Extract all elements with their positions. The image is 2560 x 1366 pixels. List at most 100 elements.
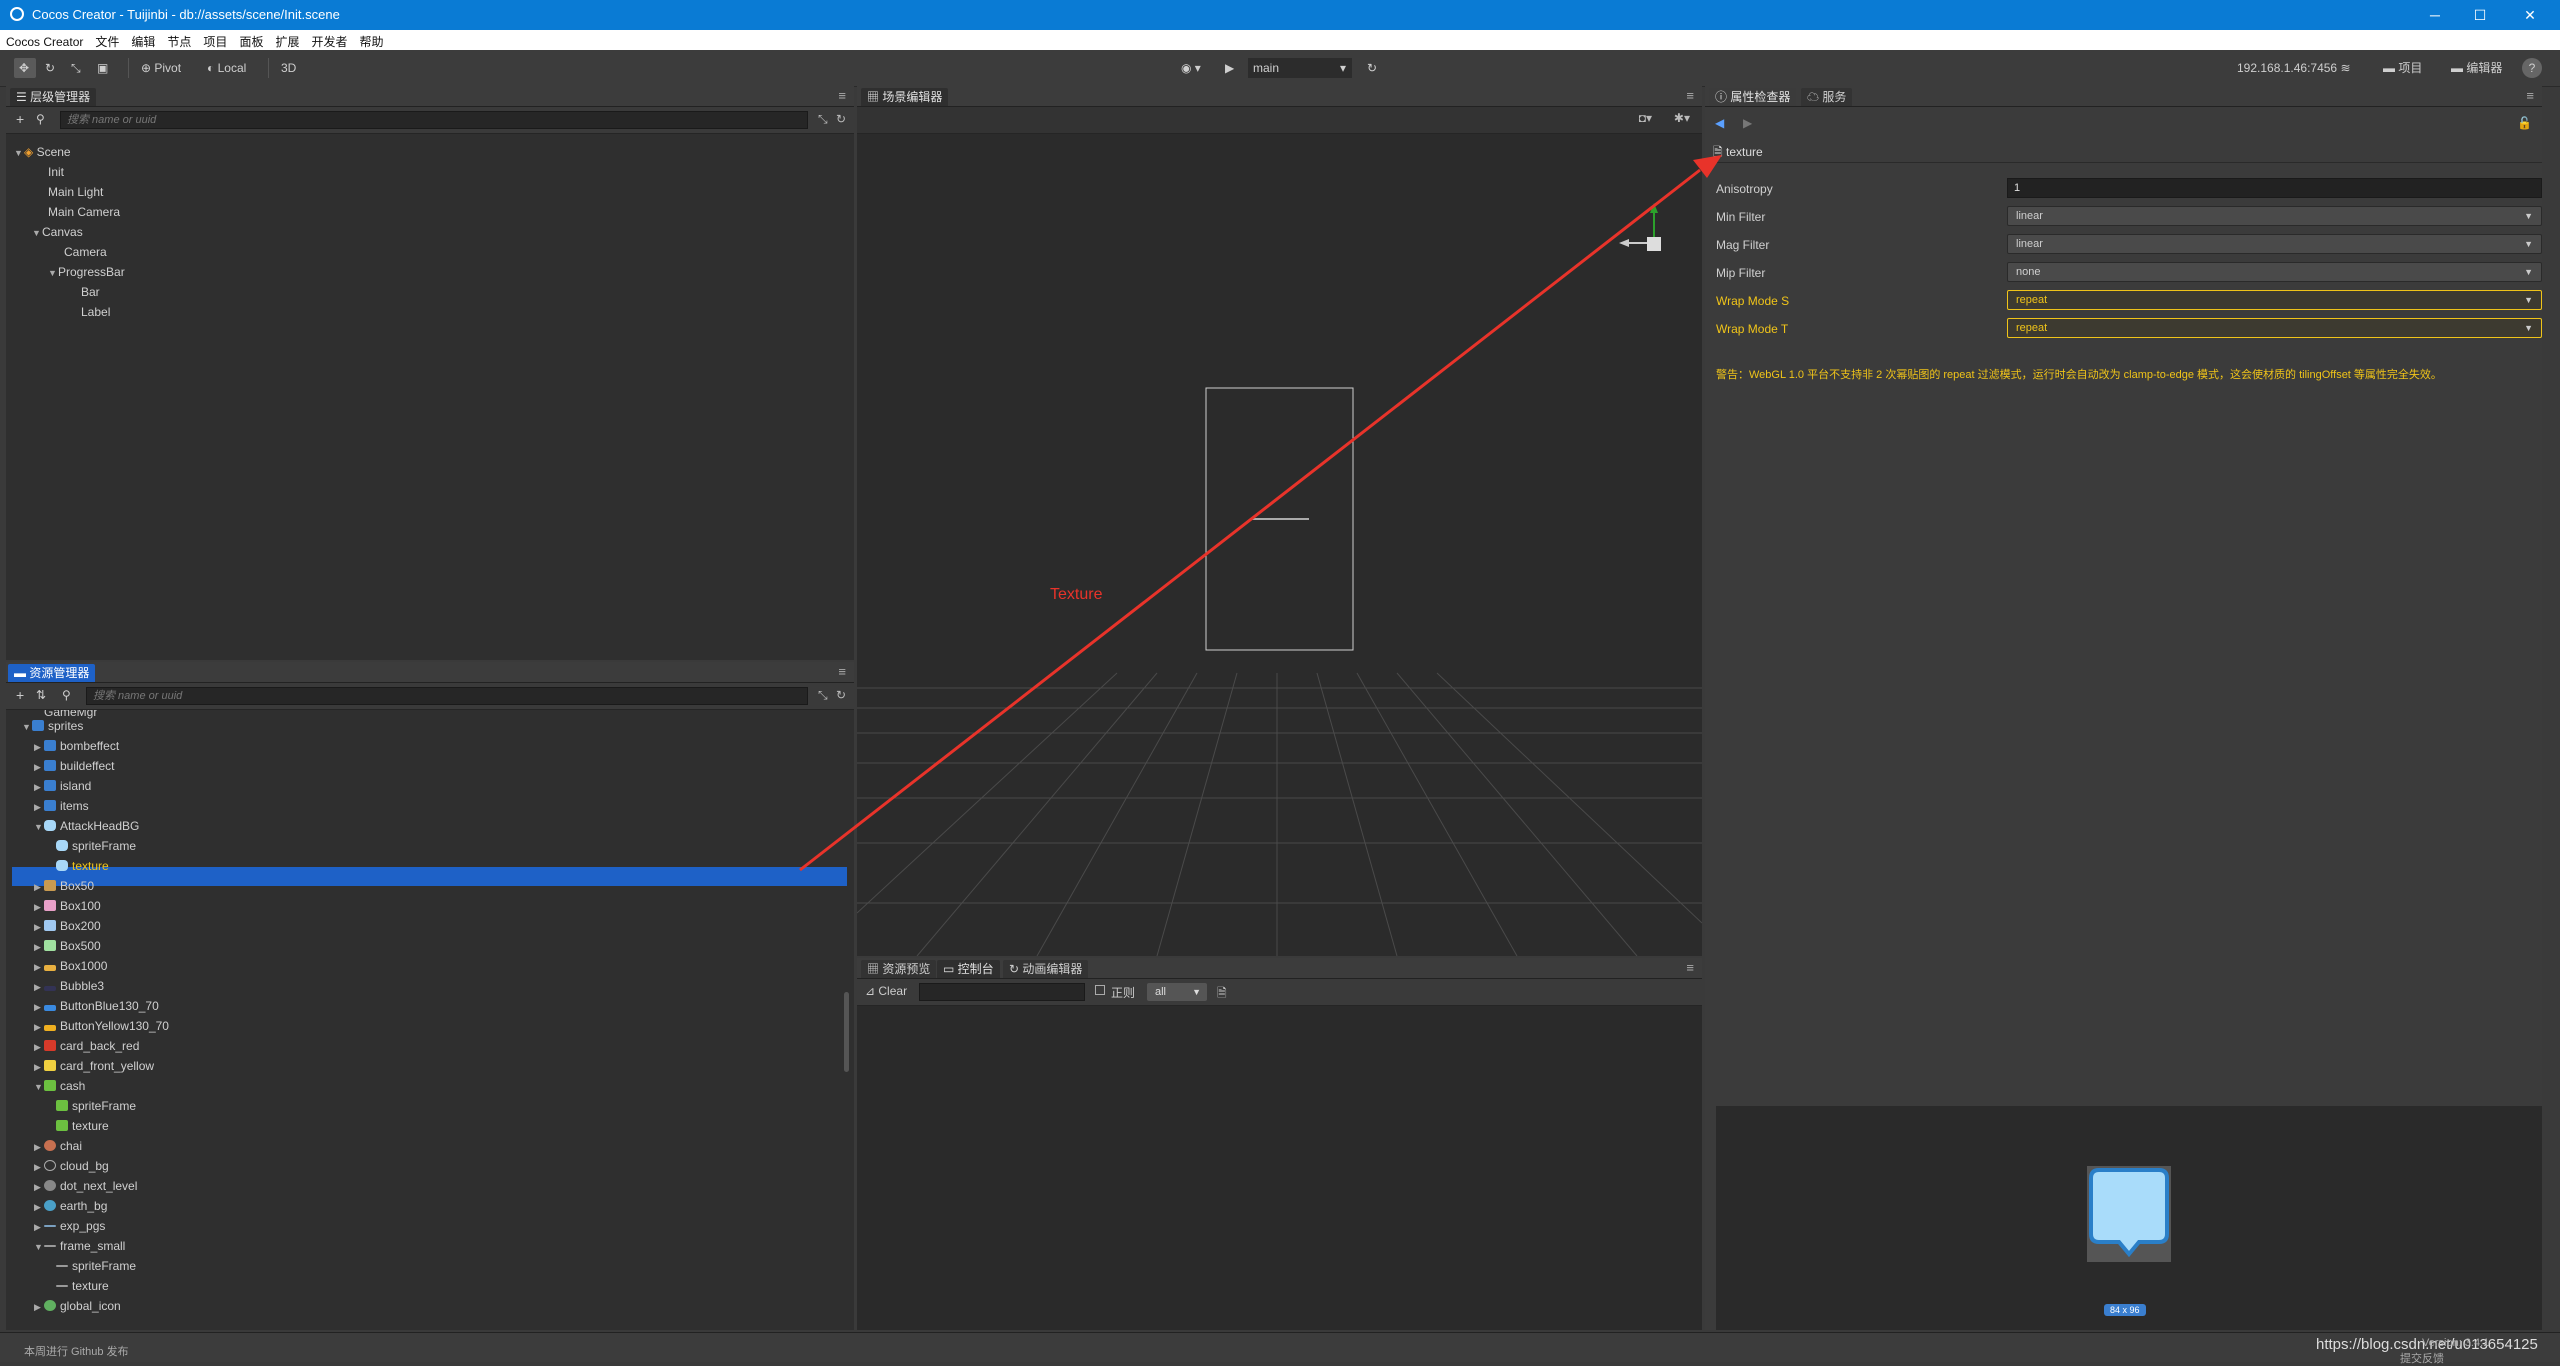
3d-toggle-button[interactable]: 3D xyxy=(276,58,301,78)
asset-buttonblue[interactable]: ▶ ButtonBlue130_70 xyxy=(34,996,159,1016)
tab-scene-editor[interactable]: ▦ 场景编辑器 xyxy=(861,88,949,106)
project-button[interactable]: ▬ 项目 xyxy=(2378,58,2427,78)
preview-platform-dropdown[interactable]: ◉ ▾ xyxy=(1176,58,1206,78)
search-icon[interactable]: ⚲ xyxy=(62,688,71,702)
tree-node-label[interactable]: Label xyxy=(81,302,110,322)
asset-chai[interactable]: ▶ chai xyxy=(34,1136,82,1156)
expand-arrow-icon[interactable]: ▶ xyxy=(34,757,44,777)
feedback-link[interactable]: 提交反馈 xyxy=(2400,1350,2444,1366)
asset-frame-texture[interactable]: texture xyxy=(56,1276,109,1296)
prop-mip-filter-select[interactable]: none ▼ xyxy=(2007,262,2542,282)
menu-panel[interactable]: 面板 xyxy=(233,30,269,50)
asset-buildeffect[interactable]: ▶ buildeffect xyxy=(34,756,115,776)
tree-node-init[interactable]: Init xyxy=(48,162,64,182)
expand-arrow-icon[interactable]: ▶ xyxy=(34,1177,44,1197)
expand-arrow-icon[interactable]: ▶ xyxy=(34,737,44,757)
asset-sprites[interactable]: ▼ sprites xyxy=(22,716,83,736)
expand-arrow-icon[interactable]: ▼ xyxy=(14,143,24,163)
tab-hierarchy[interactable]: ☰ 层级管理器 xyxy=(10,88,97,106)
sort-icon[interactable]: ⇅ xyxy=(36,688,46,702)
menu-help[interactable]: 帮助 xyxy=(353,30,389,50)
prop-mag-filter-select[interactable]: linear ▼ xyxy=(2007,234,2542,254)
menu-file[interactable]: 文件 xyxy=(89,30,125,50)
local-button[interactable]: ◐ Local xyxy=(202,58,251,78)
asset-card-back-red[interactable]: ▶ card_back_red xyxy=(34,1036,139,1056)
refresh-icon[interactable]: ↻ xyxy=(1362,58,1382,78)
expand-arrow-icon[interactable]: ▶ xyxy=(34,977,44,997)
tree-node-camera[interactable]: Camera xyxy=(64,242,107,262)
expand-arrow-icon[interactable]: ▶ xyxy=(34,777,44,797)
collapse-all-icon[interactable]: ⤡ xyxy=(818,112,828,127)
open-log-file-icon[interactable]: 🗎 xyxy=(1217,984,1227,1005)
expand-arrow-icon[interactable]: ▼ xyxy=(48,263,58,283)
tree-node-main-camera[interactable]: Main Camera xyxy=(48,202,120,222)
expand-arrow-icon[interactable]: ▶ xyxy=(34,1157,44,1177)
regex-checkbox[interactable] xyxy=(1095,985,1105,995)
pivot-button[interactable]: ⊕ Pivot xyxy=(136,58,186,78)
menu-node[interactable]: 节点 xyxy=(161,30,197,50)
search-icon[interactable]: ⚲ xyxy=(36,112,45,126)
refresh-icon[interactable]: ↻ xyxy=(836,688,846,702)
asset-cloud-bg[interactable]: ▶ cloud_bg xyxy=(34,1156,109,1176)
asset-box100[interactable]: ▶ Box100 xyxy=(34,896,101,916)
clear-button[interactable]: ⊿ Clear xyxy=(865,984,907,998)
scale-tool-icon[interactable]: ⤡ xyxy=(66,58,88,78)
tab-animation-editor[interactable]: ↻ 动画编辑器 xyxy=(1003,960,1089,978)
prop-min-filter-select[interactable]: linear ▼ xyxy=(2007,206,2542,226)
expand-arrow-icon[interactable]: ▶ xyxy=(34,1217,44,1237)
expand-arrow-icon[interactable]: ▶ xyxy=(34,1197,44,1217)
asset-cash[interactable]: ▼ cash xyxy=(34,1076,85,1096)
asset-earth-bg[interactable]: ▶ earth_bg xyxy=(34,1196,107,1216)
expand-arrow-icon[interactable]: ▼ xyxy=(34,817,44,837)
back-arrow-icon[interactable]: ◀ xyxy=(1715,116,1724,130)
asset-texture-selected[interactable]: texture xyxy=(56,856,109,876)
asset-card-front-yellow[interactable]: ▶ card_front_yellow xyxy=(34,1056,154,1076)
gear-icon[interactable]: ✱▾ xyxy=(1674,111,1690,125)
minimize-button[interactable]: ─ xyxy=(2415,4,2455,26)
asset-cash-spriteframe[interactable]: spriteFrame xyxy=(56,1096,136,1116)
maximize-button[interactable]: ☐ xyxy=(2460,4,2500,26)
prop-anisotropy-input[interactable]: 1 xyxy=(2007,178,2542,198)
expand-arrow-icon[interactable]: ▼ xyxy=(22,717,32,737)
console-filter-input[interactable] xyxy=(919,983,1085,1001)
asset-box500[interactable]: ▶ Box500 xyxy=(34,936,101,956)
expand-arrow-icon[interactable]: ▶ xyxy=(34,1017,44,1037)
asset-items[interactable]: ▶ items xyxy=(34,796,89,816)
asset-bombeffect[interactable]: ▶ bombeffect xyxy=(34,736,119,756)
add-icon[interactable]: + xyxy=(16,111,24,127)
refresh-icon[interactable]: ↻ xyxy=(836,112,846,126)
asset-island[interactable]: ▶ island xyxy=(34,776,91,796)
tree-node-main-light[interactable]: Main Light xyxy=(48,182,103,202)
close-button[interactable]: ✕ xyxy=(2510,4,2550,26)
asset-box200[interactable]: ▶ Box200 xyxy=(34,916,101,936)
menu-developer[interactable]: 开发者 xyxy=(305,30,353,50)
asset-box50[interactable]: ▶ Box50 xyxy=(34,876,94,896)
add-icon[interactable]: + xyxy=(16,687,24,703)
expand-arrow-icon[interactable]: ▶ xyxy=(34,1137,44,1157)
panel-menu-icon[interactable]: ≡ xyxy=(838,664,846,679)
rotate-tool-icon[interactable]: ↻ xyxy=(40,58,62,78)
tab-services[interactable]: ☁ 服务 xyxy=(1801,88,1853,106)
lock-icon[interactable]: 🔓 xyxy=(2517,116,2532,130)
prop-wrap-mode-t-select[interactable]: repeat ▼ xyxy=(2007,318,2542,338)
expand-arrow-icon[interactable]: ▶ xyxy=(34,917,44,937)
collapse-all-icon[interactable]: ⤡ xyxy=(818,688,828,703)
menu-cocos-creator[interactable]: Cocos Creator xyxy=(0,32,89,49)
tab-inspector[interactable]: ⓘ 属性检查器 xyxy=(1709,88,1797,106)
panel-menu-icon[interactable]: ≡ xyxy=(1686,960,1694,975)
log-level-select[interactable]: all ▼ xyxy=(1147,983,1207,1001)
scene-select[interactable]: main ▾ xyxy=(1248,58,1352,78)
assets-scrollbar[interactable] xyxy=(844,992,849,1072)
expand-arrow-icon[interactable]: ▶ xyxy=(34,1057,44,1077)
panel-menu-icon[interactable]: ≡ xyxy=(838,88,846,103)
move-tool-icon[interactable]: ✥ xyxy=(14,58,36,78)
forward-arrow-icon[interactable]: ▶ xyxy=(1743,116,1752,130)
asset-bubble3[interactable]: ▶ Bubble3 xyxy=(34,976,104,996)
hierarchy-search-input[interactable]: 搜索 name or uuid xyxy=(60,111,808,129)
scene-viewport[interactable] xyxy=(857,133,1702,956)
help-button[interactable]: ? xyxy=(2522,58,2542,78)
menu-extension[interactable]: 扩展 xyxy=(269,30,305,50)
asset-frame-spriteframe[interactable]: spriteFrame xyxy=(56,1256,136,1276)
asset-box1000[interactable]: ▶ Box1000 xyxy=(34,956,107,976)
asset-exp-pgs[interactable]: ▶ exp_pgs xyxy=(34,1216,105,1236)
